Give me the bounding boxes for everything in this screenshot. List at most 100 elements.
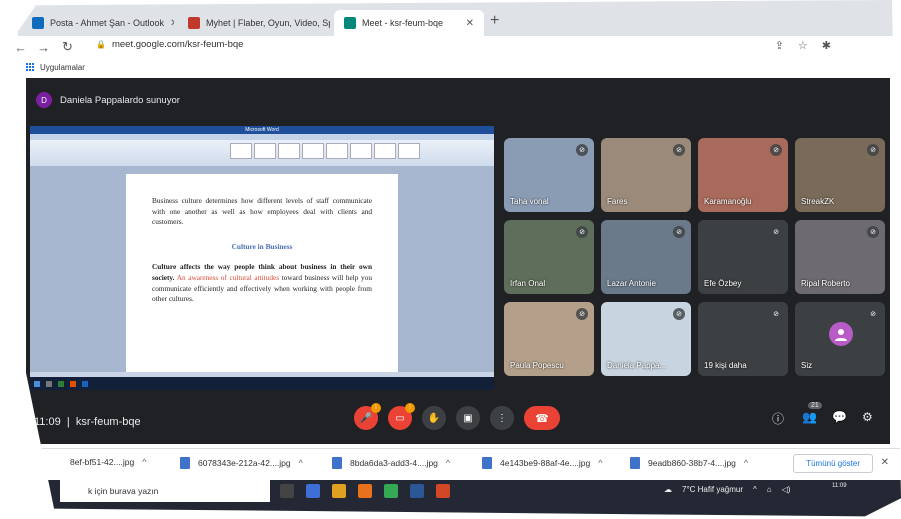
muted-mic-icon: ⊘ — [673, 144, 685, 156]
participant-tile[interactable]: ⊘ Irfan Onal — [504, 220, 594, 294]
info-icon[interactable]: ⓘ — [772, 410, 784, 427]
end-call-button[interactable]: ☎ — [524, 406, 560, 430]
participant-name: Ripal Roberto — [801, 279, 850, 288]
download-item[interactable]: 8bda6da3-add3-4....jpg ^ — [332, 457, 450, 469]
doc-paragraph-2: Culture affects the way people think abo… — [152, 262, 372, 304]
mic-button[interactable]: 🎤! — [354, 403, 381, 430]
tab-label: Posta - Ahmet Şan - Outlook — [50, 18, 165, 28]
new-tab-icon[interactable]: + — [490, 12, 499, 30]
participant-tile[interactable]: ⊘ Siz — [795, 302, 885, 376]
star-icon[interactable]: ☆ — [798, 39, 808, 52]
muted-mic-icon: ⊘ — [770, 308, 782, 320]
participant-name: Karamanoğlu — [704, 197, 752, 206]
show-all-downloads-button[interactable]: Tümünü göster — [793, 454, 873, 473]
muted-mic-icon: ⊘ — [576, 226, 588, 238]
extensions-icon[interactable]: ✱ — [822, 39, 831, 52]
camera-button[interactable]: ▭! — [388, 403, 415, 430]
participant-name: 19 kişi daha — [704, 361, 747, 370]
camera-warning-badge: ! — [405, 403, 415, 413]
downloads-bar: 8ef-bf51-42....jpg ^ 6078343e-212a-42....… — [9, 448, 901, 480]
screenshot-frame: Posta - Ahmet Şan - Outlook ✕ Myhet | Fl… — [9, 0, 901, 517]
reload-icon[interactable]: ↻ — [62, 39, 73, 55]
tab-meet[interactable]: Meet - ksr-feum-bqe ✕ — [334, 10, 484, 36]
outlook-icon — [32, 17, 44, 29]
image-file-icon — [332, 457, 342, 469]
download-item[interactable]: 4e143be9-88af-4e....jpg ^ — [482, 457, 603, 469]
muted-mic-icon: ⊘ — [673, 226, 685, 238]
download-name: 4e143be9-88af-4e....jpg — [500, 458, 591, 468]
participant-name: Siz — [801, 361, 813, 370]
participant-tile[interactable]: ⊘ 19 kişi daha — [698, 302, 788, 376]
participant-tile[interactable]: ⊘ Lazar Antonie — [601, 220, 691, 294]
powerpoint-icon[interactable] — [436, 484, 450, 498]
more-options-button[interactable]: ⋮ — [490, 406, 514, 430]
people-count: 21 — [808, 402, 822, 409]
image-file-icon — [482, 457, 492, 469]
network-icon[interactable]: ⌂ — [767, 485, 772, 494]
firefox-icon[interactable] — [358, 484, 372, 498]
tab-myhet[interactable]: Myhet | Flaber, Oyun, Video, Spor ✕ — [178, 10, 330, 36]
shared-screen[interactable]: Microsoft Word Business culture determin… — [30, 126, 494, 390]
participant-name: Irfan Onal — [510, 279, 546, 288]
chevron-up-icon[interactable]: ^ — [744, 458, 748, 468]
lock-icon: 🔒 — [96, 40, 106, 49]
participant-tile[interactable]: ⊘ StreakZK — [795, 138, 885, 212]
participant-name: Lazar Antonie — [607, 279, 656, 288]
chevron-up-icon[interactable]: ^ — [446, 458, 450, 468]
download-item[interactable]: 6078343e-212a-42....jpg ^ — [180, 457, 303, 469]
address-bar-row: ← → ↻ 🔒 meet.google.com/ksr-feum-bqe ⇪ ☆… — [9, 36, 901, 58]
bookmark-apps[interactable]: Uygulamalar — [40, 63, 85, 72]
word-ribbon — [30, 140, 494, 166]
taskbar-apps — [280, 484, 450, 498]
close-icon[interactable]: ✕ — [170, 18, 174, 29]
download-name: 8bda6da3-add3-4....jpg — [350, 458, 438, 468]
muted-mic-icon: ⊘ — [867, 144, 879, 156]
participant-tile[interactable]: ⊘ Karamanoğlu — [698, 138, 788, 212]
download-item[interactable]: 9eadb860-38b7-4....jpg ^ — [630, 457, 748, 469]
present-button[interactable]: ▣ — [456, 406, 480, 430]
chevron-up-icon[interactable]: ^ — [299, 458, 303, 468]
edge-icon[interactable] — [306, 484, 320, 498]
tab-outlook[interactable]: Posta - Ahmet Şan - Outlook ✕ — [22, 10, 174, 36]
participant-tile[interactable]: ⊘ Taha vonal — [504, 138, 594, 212]
chrome-icon[interactable] — [384, 484, 398, 498]
participant-tile[interactable]: ⊘ Ripal Roberto — [795, 220, 885, 294]
browser-tab-bar: Posta - Ahmet Şan - Outlook ✕ Myhet | Fl… — [9, 0, 901, 40]
word-icon[interactable] — [410, 484, 424, 498]
back-icon[interactable]: ← — [14, 40, 27, 55]
folder-icon[interactable] — [332, 484, 346, 498]
tray-chevron-icon[interactable]: ^ — [753, 485, 757, 494]
participant-name: Fares — [607, 197, 628, 206]
participant-tile[interactable]: ⊘ Fares — [601, 138, 691, 212]
participant-tile[interactable]: ⊘ Daniela Pappa... — [601, 302, 691, 376]
presenter-banner: D Daniela Pappalardo sunuyor — [36, 92, 180, 108]
url-field[interactable]: 🔒 meet.google.com/ksr-feum-bqe — [96, 39, 243, 50]
download-item[interactable]: 8ef-bf51-42....jpg ^ — [70, 457, 147, 467]
forward-icon[interactable]: → — [37, 40, 50, 55]
raise-hand-button[interactable]: ✋ — [422, 406, 446, 430]
doc-red-text: An awareness of cultural attitudes — [176, 272, 280, 282]
meeting-time: 11:09 | ksr-feum-bqe — [34, 416, 141, 428]
taskbar-clock[interactable]: 11:09 — [832, 482, 847, 490]
meet-control-bar: 11:09 | ksr-feum-bqe 🎤! ▭! ✋ ▣ ⋮ ☎ ⓘ 👥 21… — [26, 402, 890, 444]
people-icon[interactable]: 👥 21 — [802, 402, 822, 424]
weather-text[interactable]: 7°C Hafif yağmur — [682, 485, 743, 494]
volume-icon[interactable]: ◁) — [782, 485, 791, 494]
muted-mic-icon: ⊘ — [770, 144, 782, 156]
participant-name: Daniela Pappa... — [607, 361, 667, 370]
share-icon[interactable]: ⇪ — [775, 39, 784, 52]
chat-icon[interactable]: 💬 — [832, 410, 847, 424]
tab-label: Meet - ksr-feum-bqe — [362, 18, 444, 28]
participant-tile[interactable]: ⊘ Paula Popescu — [504, 302, 594, 376]
close-icon[interactable]: ✕ — [466, 18, 474, 29]
activities-icon[interactable]: ⚙ — [862, 410, 873, 424]
chevron-up-icon[interactable]: ^ — [142, 457, 146, 467]
chevron-up-icon[interactable]: ^ — [598, 458, 602, 468]
participant-tile[interactable]: ⊘ Efe Özbey — [698, 220, 788, 294]
close-icon[interactable]: ✕ — [881, 457, 889, 468]
participant-name: Paula Popescu — [510, 361, 564, 370]
taskbar-search-input[interactable]: k için burava yazın — [60, 480, 270, 502]
image-file-icon — [180, 457, 190, 469]
apps-icon[interactable] — [26, 63, 34, 71]
task-view-icon[interactable] — [280, 484, 294, 498]
